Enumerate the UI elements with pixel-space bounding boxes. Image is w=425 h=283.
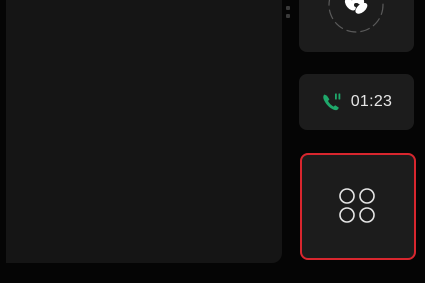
app-grid-icon bbox=[338, 187, 378, 227]
handle-dot bbox=[286, 14, 290, 18]
climate-fan-tile[interactable] bbox=[299, 0, 414, 52]
car-dashboard-screen: 01:23 bbox=[0, 0, 425, 283]
fan-icon bbox=[328, 0, 384, 33]
phone-in-call-icon bbox=[321, 92, 343, 112]
active-call-tile[interactable]: 01:23 bbox=[299, 74, 414, 130]
handle-dot bbox=[286, 6, 290, 10]
panel-resize-handle[interactable] bbox=[286, 6, 290, 20]
app-launcher-button[interactable] bbox=[300, 153, 416, 260]
call-duration: 01:23 bbox=[350, 93, 393, 110]
main-content-panel[interactable] bbox=[6, 0, 282, 263]
